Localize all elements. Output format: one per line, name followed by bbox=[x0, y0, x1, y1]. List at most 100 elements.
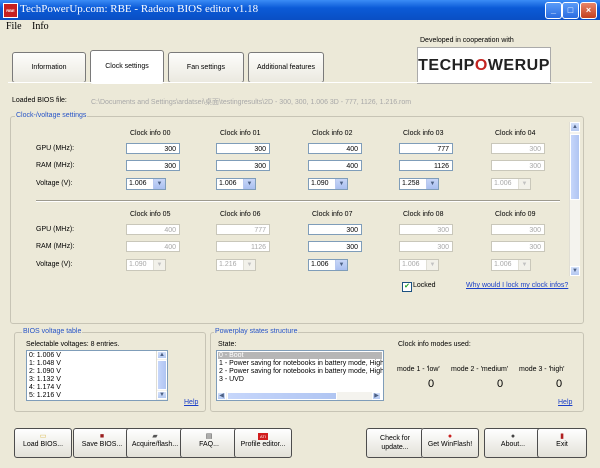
profile-editor-button[interactable]: ATI Profile editor... bbox=[234, 428, 292, 458]
about-button[interactable]: ● About... bbox=[484, 428, 542, 458]
voltage-list-item[interactable]: 0: 1.006 V bbox=[29, 352, 61, 359]
powerplay-state-list[interactable]: 0 - Boot 1 - Power saving for notebooks i… bbox=[216, 350, 384, 401]
state-scroll-right-icon[interactable]: ▶ bbox=[372, 392, 381, 400]
state-list-item[interactable]: 2 - Power saving for notebooks in batter… bbox=[219, 368, 383, 375]
save-bios-button[interactable]: ■ Save BIOS... bbox=[73, 428, 131, 458]
minimize-button[interactable]: _ bbox=[545, 2, 562, 19]
state-list-item[interactable]: 0 - Boot bbox=[218, 352, 382, 359]
clock-info-1-dropdown-icon[interactable]: ▼ bbox=[243, 179, 255, 189]
row-label-gpu-bottom: GPU (MHz): bbox=[36, 226, 75, 233]
clock-info-0-ram-input[interactable]: 300 bbox=[126, 160, 180, 171]
clock-info-4-ram-input: 300 bbox=[491, 160, 545, 171]
clock-info-7-ram-input[interactable]: 300 bbox=[308, 241, 362, 252]
voltage-scroll-down-icon[interactable]: ▼ bbox=[157, 391, 167, 399]
locked-checkbox[interactable]: ✔ bbox=[402, 282, 412, 292]
state-scroll-left-icon[interactable]: ◀ bbox=[217, 392, 226, 400]
load-bios-button[interactable]: ▭ Load BIOS... bbox=[14, 428, 72, 458]
mode-3-label: mode 3 - 'high' bbox=[519, 366, 565, 373]
clock-info-3-ram-input[interactable]: 1126 bbox=[399, 160, 453, 171]
clock-info-4-gpu-input: 300 bbox=[491, 143, 545, 154]
scroll-up-icon[interactable]: ▲ bbox=[570, 122, 580, 132]
app-icon: RBE bbox=[3, 3, 18, 18]
exit-button[interactable]: ▮ Exit bbox=[537, 428, 587, 458]
tab-clock-settings[interactable]: Clock settings bbox=[90, 50, 164, 84]
clock-info-7-gpu-input[interactable]: 300 bbox=[308, 224, 362, 235]
clock-info-7-voltage-select[interactable]: 1.006 ▼ bbox=[308, 259, 348, 271]
clock-info-1-gpu-input[interactable]: 300 bbox=[216, 143, 270, 154]
tab-information[interactable]: Information bbox=[12, 52, 86, 83]
faq-button[interactable]: ▤ FAQ... bbox=[180, 428, 238, 458]
clock-scrollbar[interactable]: ▲ ▼ bbox=[569, 122, 580, 276]
state-scroll-thumb[interactable] bbox=[227, 392, 337, 400]
clock-info-1-ram-input[interactable]: 300 bbox=[216, 160, 270, 171]
mode-3-value: 0 bbox=[556, 378, 563, 390]
maximize-button[interactable]: □ bbox=[562, 2, 579, 19]
clock-info-2-dropdown-icon[interactable]: ▼ bbox=[335, 179, 347, 189]
why-lock-link[interactable]: Why would I lock my clock infos? bbox=[466, 282, 568, 289]
clock-info-9-voltage-value: 1.006 bbox=[494, 261, 512, 268]
mode-2-value: 0 bbox=[497, 378, 504, 390]
powerplay-help-link[interactable]: Help bbox=[558, 399, 572, 406]
clock-info-6-gpu-input: 777 bbox=[216, 224, 270, 235]
voltage-list-item[interactable]: 5: 1.216 V bbox=[29, 392, 61, 399]
clock-info-7-title: Clock info 07 bbox=[312, 211, 353, 218]
check-for-update-button[interactable]: Check for update... bbox=[366, 428, 424, 458]
state-list-item[interactable]: 3 - UVD bbox=[219, 376, 244, 383]
voltage-list-item[interactable]: 4: 1.174 V bbox=[29, 384, 61, 391]
voltage-list-item[interactable]: 2: 1.090 V bbox=[29, 368, 61, 375]
row-label-ram-bottom: RAM (MHz): bbox=[36, 243, 75, 250]
clock-info-5-dropdown-icon: ▼ bbox=[153, 260, 165, 270]
clock-info-9-voltage-select: 1.006 ▼ bbox=[491, 259, 531, 271]
scroll-down-icon[interactable]: ▼ bbox=[570, 266, 580, 276]
save-bios-label: Save BIOS... bbox=[81, 441, 123, 448]
clock-info-3-dropdown-icon[interactable]: ▼ bbox=[426, 179, 438, 189]
clock-info-1-voltage-select[interactable]: 1.006 ▼ bbox=[216, 178, 256, 190]
menu-info[interactable]: Info bbox=[32, 21, 49, 32]
clock-info-0-title: Clock info 00 bbox=[130, 130, 171, 137]
get-winflash-button[interactable]: ● Get WinFlash! bbox=[421, 428, 479, 458]
state-list-item[interactable]: 1 - Power saving for notebooks in batter… bbox=[219, 360, 383, 367]
clock-info-7-dropdown-icon[interactable]: ▼ bbox=[335, 260, 347, 270]
voltage-list-scrollbar[interactable]: ▲ ▼ bbox=[156, 351, 167, 400]
clock-info-6-voltage-value: 1.216 bbox=[219, 261, 237, 268]
clock-info-2-gpu-input[interactable]: 400 bbox=[308, 143, 362, 154]
acquire-flash-button[interactable]: ▰ Acquire/flash... bbox=[126, 428, 184, 458]
clock-info-6-title: Clock info 06 bbox=[220, 211, 261, 218]
voltage-help-link[interactable]: Help bbox=[184, 399, 198, 406]
close-button[interactable]: × bbox=[580, 2, 597, 19]
exit-label: Exit bbox=[556, 441, 568, 448]
tab-fan-settings[interactable]: Fan settings bbox=[168, 52, 244, 83]
voltage-list-item[interactable]: 3: 1.132 V bbox=[29, 376, 61, 383]
clock-info-2-ram-input[interactable]: 400 bbox=[308, 160, 362, 171]
voltage-scroll-thumb[interactable] bbox=[157, 360, 167, 390]
mode-1-value: 0 bbox=[428, 378, 435, 390]
cooperation-text: Developed in cooperation with bbox=[420, 37, 514, 44]
clock-info-3-gpu-input[interactable]: 777 bbox=[399, 143, 453, 154]
menu-bar: File Info bbox=[0, 20, 600, 35]
check-for-update-label: Check for update... bbox=[380, 435, 410, 451]
tab-additional-features[interactable]: Additional features bbox=[248, 52, 324, 83]
voltage-scroll-up-icon[interactable]: ▲ bbox=[157, 351, 167, 359]
clock-info-5-ram-input: 400 bbox=[126, 241, 180, 252]
voltage-list[interactable]: 0: 1.006 V 1: 1.048 V 2: 1.090 V 3: 1.132 V… bbox=[26, 350, 168, 401]
mode-1-label: mode 1 - 'low' bbox=[397, 366, 440, 373]
clock-info-3-title: Clock info 03 bbox=[403, 130, 444, 137]
clock-info-5-gpu-input: 400 bbox=[126, 224, 180, 235]
row-label-voltage-bottom: Voltage (V): bbox=[36, 261, 73, 268]
state-list-hscrollbar[interactable]: ◀ ▶ bbox=[217, 392, 381, 400]
menu-file[interactable]: File bbox=[6, 21, 22, 32]
about-label: About... bbox=[500, 441, 526, 448]
scroll-thumb[interactable] bbox=[570, 134, 580, 200]
clock-info-2-voltage-select[interactable]: 1.090 ▼ bbox=[308, 178, 348, 190]
clock-info-0-dropdown-icon[interactable]: ▼ bbox=[153, 179, 165, 189]
load-bios-label: Load BIOS... bbox=[22, 441, 64, 448]
clock-info-0-gpu-input[interactable]: 300 bbox=[126, 143, 180, 154]
faq-label: FAQ... bbox=[199, 441, 219, 448]
acquire-flash-label: Acquire/flash... bbox=[131, 441, 179, 448]
clock-info-7-voltage-value: 1.006 bbox=[311, 261, 329, 268]
clock-info-0-voltage-select[interactable]: 1.006 ▼ bbox=[126, 178, 166, 190]
clock-info-3-voltage-select[interactable]: 1.258 ▼ bbox=[399, 178, 439, 190]
clock-info-1-voltage-value: 1.006 bbox=[219, 180, 237, 187]
clock-info-8-voltage-value: 1.006 bbox=[402, 261, 420, 268]
voltage-list-item[interactable]: 1: 1.048 V bbox=[29, 360, 61, 367]
